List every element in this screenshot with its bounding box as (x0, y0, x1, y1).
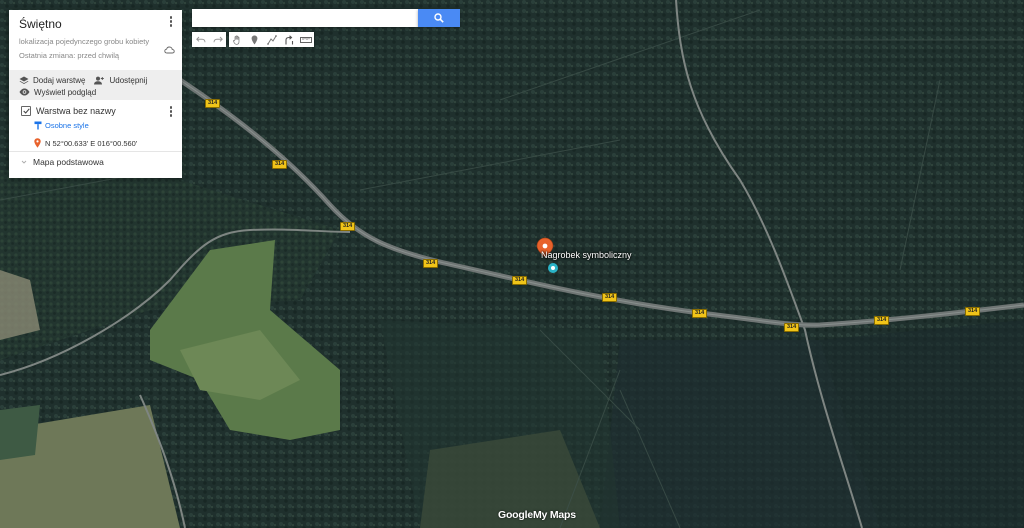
map-actions: Dodaj warstwę Udostępnij Wyświetl podglą… (9, 70, 182, 100)
google-mymaps-logo: GoogleMy Maps (498, 509, 576, 521)
place-coordinates: N 52°00.633' E 016°00.560' (45, 138, 138, 148)
map-header: Świętno lokalizacja pojedynczego grobu k… (9, 10, 182, 70)
map-legend-panel: Świętno lokalizacja pojedynczego grobu k… (9, 10, 182, 178)
measure-button[interactable] (297, 32, 314, 47)
poi-icon[interactable] (548, 263, 558, 273)
undo-button[interactable] (192, 32, 209, 47)
draw-line-button[interactable] (263, 32, 280, 47)
preview-label: Wyświetl podgląd (34, 87, 97, 97)
road-shield: 314 (205, 99, 221, 108)
preview-button[interactable]: Wyświetl podgląd (19, 88, 96, 97)
road-shield: 314 (602, 293, 618, 302)
add-directions-button[interactable] (280, 32, 297, 47)
map-options-icon[interactable] (168, 16, 174, 28)
add-layer-label: Dodaj warstwę (33, 75, 86, 85)
road-shield: 314 (423, 259, 439, 268)
map-toolbar (192, 32, 314, 47)
place-list-item[interactable]: N 52°00.633' E 016°00.560' (34, 138, 172, 148)
marker-icon (251, 35, 258, 44)
redo-icon (213, 36, 223, 42)
marker-label[interactable]: Nagrobek symboliczny (541, 250, 632, 260)
map-title[interactable]: Świętno (19, 17, 172, 31)
cloud-saved-icon (164, 46, 175, 54)
share-label: Udostępnij (109, 75, 148, 85)
road-shield: 314 (692, 309, 708, 318)
search-icon (434, 13, 444, 23)
road-shield: 314 (272, 160, 288, 169)
layer-style-label: Osobne style (45, 121, 89, 130)
place-pin-icon (34, 138, 41, 148)
chevron-down-icon (21, 160, 27, 164)
road-shield: 314 (874, 316, 890, 325)
ruler-icon (299, 36, 312, 43)
undo-icon (195, 36, 205, 42)
draw-line-icon (266, 34, 277, 45)
search-button[interactable] (418, 9, 460, 27)
road-shield: 314 (340, 222, 356, 231)
layer-options-icon[interactable] (168, 106, 174, 118)
add-layer-button[interactable]: Dodaj warstwę (19, 76, 85, 85)
layers-icon (19, 76, 29, 84)
directions-icon (284, 34, 293, 44)
base-map-label: Mapa podstawowa (33, 157, 104, 167)
layer-style-link[interactable]: Osobne style (34, 121, 172, 130)
last-modified-text: Ostatnia zmiana: przed chwilą (19, 51, 120, 60)
add-person-icon (94, 76, 105, 84)
layer-name[interactable]: Warstwa bez nazwy (36, 106, 116, 116)
add-marker-button[interactable] (246, 32, 263, 47)
base-map-toggle[interactable]: Mapa podstawowa (9, 152, 182, 167)
search-input[interactable] (192, 9, 418, 27)
mymaps-logo-text: My Maps (532, 509, 576, 521)
road-shield: 314 (512, 276, 528, 285)
redo-button[interactable] (209, 32, 226, 47)
road-shield: 314 (784, 323, 800, 332)
google-logo-text: Google (498, 509, 533, 521)
share-button[interactable]: Udostępnij (93, 76, 147, 85)
eye-icon (19, 88, 30, 96)
road-shield: 314 (965, 307, 981, 316)
checkmark-icon (22, 108, 30, 114)
paint-roller-icon (34, 121, 42, 130)
layer-section: Warstwa bez nazwy Osobne style N 52°00.6… (9, 100, 182, 152)
hand-icon (233, 35, 240, 45)
select-items-button[interactable] (229, 32, 246, 47)
map-description[interactable]: lokalizacja pojedynczego grobu kobiety (19, 37, 172, 46)
layer-checkbox[interactable] (21, 106, 31, 116)
